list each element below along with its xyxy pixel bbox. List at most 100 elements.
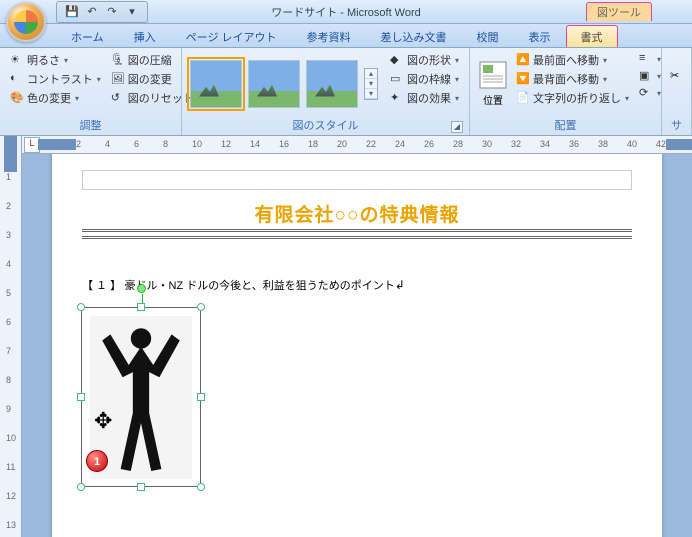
recolor-button[interactable]: 🎨色の変更▾ — [6, 89, 105, 107]
tab-format[interactable]: 書式 — [566, 25, 618, 47]
pic-effects-icon: ✦ — [390, 91, 404, 105]
tab-view[interactable]: 表示 — [514, 25, 566, 47]
contrast-icon: ◐ — [10, 72, 24, 86]
page: 有限会社○○の特典情報 【 １ 】 豪ドル・NZ ドルの今後と、利益を狙うための… — [52, 154, 662, 537]
horizontal-ruler[interactable]: L 24681012141618202224262830323436384042 — [22, 136, 692, 154]
align-icon: ≡ — [639, 52, 653, 66]
double-rule — [82, 229, 632, 239]
position-button[interactable]: 位置 — [476, 51, 510, 116]
quick-access-toolbar: 💾 ↶ ↷ ▾ — [56, 1, 148, 23]
change-pic-icon: 🖼 — [111, 72, 125, 86]
editor-area: 12345678910111213 L 24681012141618202224… — [0, 136, 692, 537]
send-back-button[interactable]: 🔽最背面へ移動▾ — [512, 70, 633, 88]
gallery-more-icon[interactable]: ▾ — [365, 89, 377, 99]
group-adjust-label: 調整 — [6, 116, 175, 135]
selected-image[interactable]: ✥ 1 — [81, 307, 201, 487]
text-wrap-label: 文字列の折り返し — [533, 90, 621, 106]
tab-home[interactable]: ホーム — [56, 25, 119, 47]
text-wrap-icon: 📄 — [516, 91, 530, 105]
rotate-icon: ⟳ — [639, 86, 653, 100]
compress-label: 図の圧縮 — [128, 52, 172, 68]
style-thumb-3[interactable] — [306, 60, 358, 108]
resize-handle-r[interactable] — [197, 393, 205, 401]
contrast-label: コントラスト — [27, 71, 93, 87]
doc-heading: 有限会社○○の特典情報 — [82, 200, 632, 227]
group-arrange-label: 配置 — [476, 116, 655, 135]
vertical-ruler[interactable]: 12345678910111213 — [0, 136, 22, 537]
style-thumb-2[interactable] — [248, 60, 300, 108]
pic-border-button[interactable]: ▭図の枠線▾ — [386, 70, 463, 88]
save-icon[interactable]: 💾 — [63, 3, 81, 21]
group-icon: ▣ — [639, 69, 653, 83]
brightness-button[interactable]: ☀明るさ▾ — [6, 51, 105, 69]
tab-review[interactable]: 校閲 — [462, 25, 514, 47]
doc-tagline: 【 １ 】 豪ドル・NZ ドルの今後と、利益を狙うためのポイント↲ — [82, 277, 632, 293]
redo-icon[interactable]: ↷ — [103, 3, 121, 21]
undo-icon[interactable]: ↶ — [83, 3, 101, 21]
recolor-label: 色の変更 — [27, 90, 71, 106]
group-shapes-button[interactable]: ▣▾ — [635, 68, 665, 84]
group-picture-styles: ▴▾▾ ◆図の形状▾ ▭図の枠線▾ ✦図の効果▾ 図のスタイル◢ — [182, 48, 470, 135]
tab-mailings[interactable]: 差し込み文書 — [366, 25, 462, 47]
pic-shape-icon: ◆ — [390, 53, 404, 67]
style-gallery: ▴▾▾ — [188, 51, 380, 116]
style-thumb-1[interactable] — [190, 60, 242, 108]
pic-effects-label: 図の効果 — [407, 90, 451, 106]
window-title: ワードサイト - Microsoft Word — [271, 4, 421, 20]
send-back-icon: 🔽 — [516, 72, 530, 86]
tab-page-layout[interactable]: ページ レイアウト — [171, 25, 292, 47]
ribbon: ☀明るさ▾ ◐コントラスト▾ 🎨色の変更▾ 🗜図の圧縮 🖼図の変更 ↺図のリセッ… — [0, 48, 692, 136]
bring-front-label: 最前面へ移動 — [533, 52, 599, 68]
group-size: ✂ サ — [662, 48, 692, 135]
position-icon — [478, 60, 508, 90]
pic-border-label: 図の枠線 — [407, 71, 451, 87]
qat-more-icon[interactable]: ▾ — [123, 3, 141, 21]
group-arrange: 位置 🔼最前面へ移動▾ 🔽最背面へ移動▾ 📄文字列の折り返し▾ ≡▾ ▣▾ ⟳▾… — [470, 48, 662, 135]
group-size-label: サ — [668, 116, 685, 135]
resize-handle-tl[interactable] — [77, 303, 85, 311]
compress-icon: 🗜 — [111, 53, 125, 67]
office-button[interactable] — [6, 2, 46, 42]
contextual-tab-label: 図ツール — [586, 2, 652, 21]
resize-handle-tr[interactable] — [197, 303, 205, 311]
pic-border-icon: ▭ — [390, 72, 404, 86]
resize-handle-t[interactable] — [137, 303, 145, 311]
resize-handle-l[interactable] — [77, 393, 85, 401]
rotate-handle[interactable] — [137, 284, 146, 293]
rotate-button[interactable]: ⟳▾ — [635, 85, 665, 101]
tab-references[interactable]: 参考資料 — [292, 25, 366, 47]
resize-handle-br[interactable] — [197, 483, 205, 491]
resize-handle-b[interactable] — [137, 483, 145, 491]
align-button[interactable]: ≡▾ — [635, 51, 665, 67]
document-viewport[interactable]: 有限会社○○の特典情報 【 １ 】 豪ドル・NZ ドルの今後と、利益を狙うための… — [22, 154, 692, 537]
crop-button[interactable]: ✂ — [668, 51, 692, 116]
header-box — [82, 170, 632, 190]
text-wrap-button[interactable]: 📄文字列の折り返し▾ — [512, 89, 633, 107]
resize-handle-bl[interactable] — [77, 483, 85, 491]
title-bar: 💾 ↶ ↷ ▾ ワードサイト - Microsoft Word 図ツール — [0, 0, 692, 24]
styles-dialog-launcher[interactable]: ◢ — [451, 121, 463, 133]
brightness-label: 明るさ — [27, 52, 60, 68]
send-back-label: 最背面へ移動 — [533, 71, 599, 87]
gallery-up-icon[interactable]: ▴ — [365, 69, 377, 79]
tagline-num: 【 １ 】 — [82, 280, 121, 292]
pic-shape-label: 図の形状 — [407, 52, 451, 68]
tagline-text: 豪ドル・NZ ドルの今後と、利益を狙うためのポイント — [124, 280, 394, 292]
pic-shape-button[interactable]: ◆図の形状▾ — [386, 51, 463, 69]
crop-icon: ✂ — [670, 69, 692, 99]
gallery-down-icon[interactable]: ▾ — [365, 79, 377, 89]
pic-effects-button[interactable]: ✦図の効果▾ — [386, 89, 463, 107]
ribbon-tab-bar: ホーム 挿入 ページ レイアウト 参考資料 差し込み文書 校閲 表示 書式 — [0, 24, 692, 48]
group-styles-label: 図のスタイル◢ — [188, 116, 463, 135]
brightness-icon: ☀ — [10, 53, 24, 67]
tab-insert[interactable]: 挿入 — [119, 25, 171, 47]
gallery-scroll: ▴▾▾ — [364, 68, 378, 100]
bring-front-button[interactable]: 🔼最前面へ移動▾ — [512, 51, 633, 69]
change-pic-label: 図の変更 — [128, 71, 172, 87]
reset-pic-icon: ↺ — [111, 91, 125, 105]
recolor-icon: 🎨 — [10, 91, 24, 105]
group-adjust: ☀明るさ▾ ◐コントラスト▾ 🎨色の変更▾ 🗜図の圧縮 🖼図の変更 ↺図のリセッ… — [0, 48, 182, 135]
contrast-button[interactable]: ◐コントラスト▾ — [6, 70, 105, 88]
annotation-callout: 1 — [86, 450, 108, 472]
bring-front-icon: 🔼 — [516, 53, 530, 67]
